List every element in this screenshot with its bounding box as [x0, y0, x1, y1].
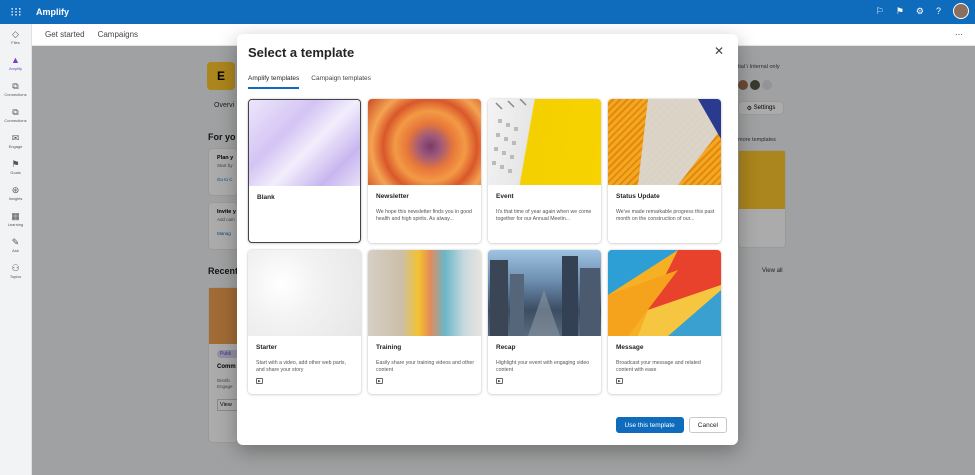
close-icon[interactable]: ✕	[714, 44, 724, 58]
blank-thumbnail	[249, 100, 360, 186]
rail-item-connections[interactable]: ⧉ Connections	[0, 76, 31, 102]
template-title: Training	[376, 344, 402, 351]
event-thumbnail	[488, 99, 601, 185]
rail-item-connections[interactable]: ⧉ Connections	[0, 102, 31, 128]
use-template-button[interactable]: Use this template	[615, 417, 684, 433]
shapes-illustration	[608, 250, 721, 336]
template-description: It's that time of year again when we com…	[496, 209, 592, 222]
left-rail: ◇ Files ▲ Amplify ⧉ Connections ⧉ Connections ✉ E…	[0, 24, 32, 475]
goals-icon: ⚑	[11, 158, 20, 169]
insights-icon: ⊛	[11, 184, 20, 195]
city-illustration	[490, 256, 600, 336]
avatar[interactable]	[953, 3, 969, 19]
rail-item-goals[interactable]: ⚑ Goals	[0, 154, 31, 180]
dialog-footer: Use this template Cancel	[615, 417, 727, 433]
rail-item-label: Connections	[4, 91, 27, 97]
template-card-training[interactable]: Training Easily share your training vide…	[368, 250, 481, 394]
app-launcher-icon[interactable]: ⁝⁝⁝	[0, 5, 32, 19]
template-title: Blank	[257, 194, 275, 201]
gear-icon[interactable]: ⚙	[916, 6, 924, 17]
template-description: We've made remarkable progress this past…	[616, 209, 715, 222]
rail-item-label: Files	[11, 39, 20, 45]
help-icon[interactable]: ?	[936, 6, 941, 16]
template-description: Start with a video, add other web parts,…	[256, 360, 346, 373]
rail-item-topics[interactable]: ⚇ Topics	[0, 258, 31, 284]
tab-amplify-templates[interactable]: Amplify templates	[248, 75, 300, 89]
engage-icon: ✉	[11, 132, 20, 143]
app-title: Amplify	[36, 7, 70, 17]
template-title: Newsletter	[376, 193, 409, 200]
video-icon: ▶	[256, 378, 263, 384]
cancel-button[interactable]: Cancel	[688, 417, 727, 433]
rail-item-files[interactable]: ◇ Files	[0, 24, 31, 50]
template-title: Starter	[256, 344, 277, 351]
training-thumbnail	[368, 250, 481, 336]
rail-item-label: Engage	[8, 143, 23, 149]
ask-icon: ✎	[11, 236, 20, 247]
rail-item-label: Ask	[12, 247, 19, 253]
template-description: Highlight your event with engaging video…	[496, 360, 590, 373]
template-card-status-update[interactable]: Status Update We've made remarkable prog…	[608, 99, 721, 243]
nav-get-started[interactable]: Get started	[45, 30, 85, 39]
bell-icon[interactable]: ⚐	[876, 6, 884, 17]
rail-item-insights[interactable]: ⊛ Insights	[0, 180, 31, 206]
top-app-bar: ⁝⁝⁝ Amplify ⚐ ⚑ ⚙ ?	[0, 0, 975, 24]
template-description: We hope this newsletter finds you in goo…	[376, 209, 472, 222]
rail-item-label: Connections	[4, 117, 27, 123]
video-icon: ▶	[376, 378, 383, 384]
calendar-illustration	[492, 99, 527, 173]
rail-item-label: Insights	[8, 195, 23, 201]
template-tabs: Amplify templates Campaign templates	[248, 75, 371, 89]
newsletter-thumbnail	[368, 99, 481, 185]
more-icon[interactable]: ⋯	[955, 30, 963, 39]
tab-campaign-templates[interactable]: Campaign templates	[311, 75, 371, 89]
starter-thumbnail	[248, 250, 361, 336]
template-grid: Blank Newsletter We hope this newsletter…	[248, 99, 732, 394]
dialog-title: Select a template	[248, 45, 355, 60]
amplify-icon: ▲	[11, 54, 20, 65]
template-description: Broadcast your message and related conte…	[616, 360, 701, 373]
template-title: Event	[496, 193, 514, 200]
nav-campaigns[interactable]: Campaigns	[98, 30, 138, 39]
video-icon: ▶	[496, 378, 503, 384]
learning-icon: ▦	[11, 210, 20, 221]
template-description: Easily share your training videos and ot…	[376, 360, 475, 373]
template-card-event[interactable]: Event It's that time of year again when …	[488, 99, 601, 243]
recap-thumbnail	[488, 250, 601, 336]
connections-icon: ⧉	[12, 106, 19, 117]
rail-item-label: Topics	[9, 273, 22, 279]
files-icon: ◇	[12, 28, 19, 39]
rail-item-amplify[interactable]: ▲ Amplify	[0, 50, 31, 76]
flag-icon[interactable]: ⚑	[896, 6, 904, 17]
rail-item-label: Amplify	[8, 65, 23, 71]
template-card-newsletter[interactable]: Newsletter We hope this newsletter finds…	[368, 99, 481, 243]
rail-item-engage[interactable]: ✉ Engage	[0, 128, 31, 154]
template-card-starter[interactable]: Starter Start with a video, add other we…	[248, 250, 361, 394]
status-update-thumbnail	[608, 99, 721, 185]
rail-item-ask[interactable]: ✎ Ask	[0, 232, 31, 258]
template-card-blank[interactable]: Blank	[248, 99, 361, 243]
video-icon: ▶	[616, 378, 623, 384]
template-card-message[interactable]: Message Broadcast your message and relat…	[608, 250, 721, 394]
template-card-recap[interactable]: Recap Highlight your event with engaging…	[488, 250, 601, 394]
rail-item-label: Learning	[7, 221, 24, 227]
template-title: Message	[616, 344, 644, 351]
rail-item-label: Goals	[10, 169, 21, 175]
template-title: Recap	[496, 344, 516, 351]
message-thumbnail	[608, 250, 721, 336]
connections-icon: ⧉	[12, 80, 19, 91]
topics-icon: ⚇	[11, 262, 20, 273]
rail-item-learning[interactable]: ▦ Learning	[0, 206, 31, 232]
stripes-illustration	[638, 99, 721, 185]
select-template-dialog: Select a template ✕ Amplify templates Ca…	[237, 34, 738, 445]
template-title: Status Update	[616, 193, 660, 200]
